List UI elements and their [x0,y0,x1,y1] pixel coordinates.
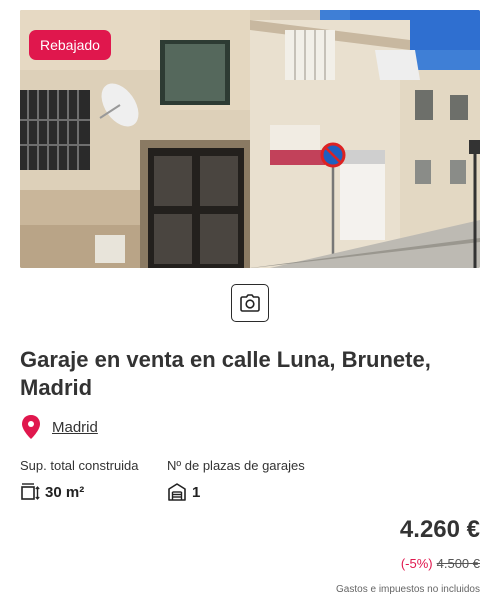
listing-title[interactable]: Garaje en venta en calle Luna, Brunete, … [20,346,470,402]
listing-card: Rebajado Garaje en venta en calle Luna, … [0,0,500,603]
camera-icon [240,294,260,312]
feature-garage-spaces: Nº de plazas de garajes 1 [167,458,305,502]
discount-badge: Rebajado [29,30,111,60]
tax-note: Gastos e impuestos no incluidos [336,584,480,595]
old-price: 4.500 € [436,556,480,571]
garage-icon [168,483,186,501]
location-row: Madrid [20,414,98,440]
feature-label: Sup. total construida [20,458,139,473]
location-link[interactable]: Madrid [52,419,98,436]
discount-row: (-5%) 4.500 € [401,556,480,571]
feature-label: Nº de plazas de garajes [167,458,305,473]
feature-value-row: 30 m² [20,482,139,502]
feature-value-row: 1 [167,482,305,502]
area-icon [21,483,40,500]
discount-percentage: (-5%) [400,556,433,571]
built-area-value: 30 m² [45,483,85,501]
price: 4.260 € [399,516,480,543]
feature-built-area: Sup. total construida 30 m² [20,458,139,502]
location-pin-icon [22,415,40,439]
listing-photo[interactable]: Rebajado [20,10,480,268]
garage-spaces-value: 1 [192,483,201,501]
photo-gallery-button[interactable] [231,284,269,322]
